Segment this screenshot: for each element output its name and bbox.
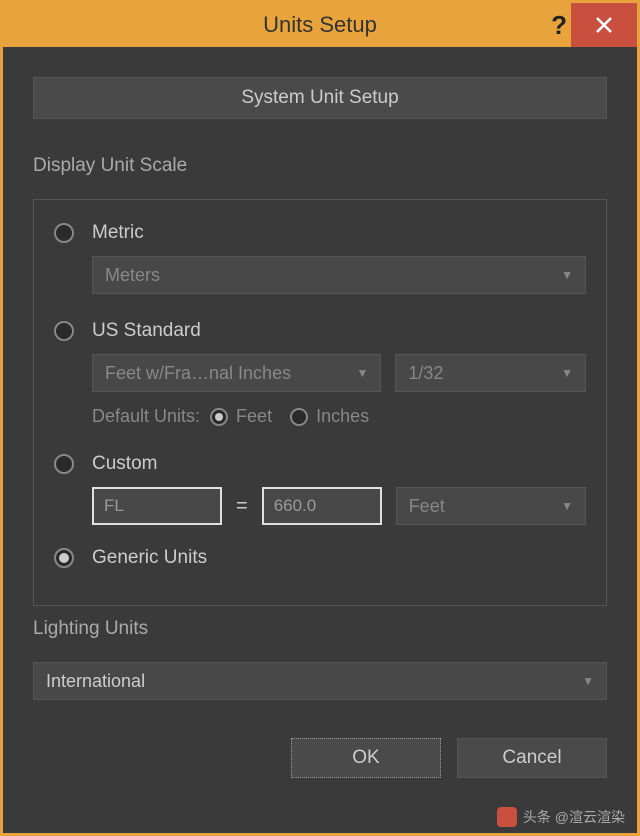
default-units-row: Default Units: Feet Inches bbox=[92, 406, 586, 427]
lighting-units-value: International bbox=[46, 671, 145, 692]
us-selects-row: Feet w/Fra…nal Inches ▼ 1/32 ▼ bbox=[92, 354, 586, 392]
custom-radio[interactable] bbox=[54, 454, 74, 474]
us-fraction-value: 1/32 bbox=[408, 363, 443, 384]
custom-value-input[interactable] bbox=[262, 487, 382, 525]
metric-select[interactable]: Meters ▼ bbox=[92, 256, 586, 294]
us-format-select[interactable]: Feet w/Fra…nal Inches ▼ bbox=[92, 354, 381, 392]
close-icon bbox=[595, 16, 613, 34]
chevron-down-icon: ▼ bbox=[582, 674, 594, 688]
content-area: System Unit Setup Display Unit Scale Met… bbox=[3, 47, 637, 738]
units-setup-dialog: Units Setup ? System Unit Setup Display … bbox=[0, 0, 640, 836]
metric-radio-row[interactable]: Metric bbox=[54, 222, 586, 244]
cancel-button[interactable]: Cancel bbox=[457, 738, 607, 778]
chevron-down-icon: ▼ bbox=[561, 499, 573, 513]
default-inches-label: Inches bbox=[316, 406, 369, 427]
us-format-value: Feet w/Fra…nal Inches bbox=[105, 363, 291, 384]
close-button[interactable] bbox=[571, 3, 637, 47]
chevron-down-icon: ▼ bbox=[561, 268, 573, 282]
custom-label: Custom bbox=[92, 453, 157, 475]
metric-select-value: Meters bbox=[105, 265, 160, 286]
titlebar: Units Setup ? bbox=[3, 3, 637, 47]
lighting-units-select[interactable]: International ▼ bbox=[33, 662, 607, 700]
chevron-down-icon: ▼ bbox=[357, 366, 369, 380]
custom-radio-row[interactable]: Custom bbox=[54, 453, 586, 475]
default-inches-radio[interactable] bbox=[290, 408, 308, 426]
window-title: Units Setup bbox=[263, 12, 377, 38]
us-standard-radio-row[interactable]: US Standard bbox=[54, 320, 586, 342]
generic-radio[interactable] bbox=[54, 548, 74, 568]
ok-button[interactable]: OK bbox=[291, 738, 441, 778]
watermark: 头条 @渲云渲染 bbox=[497, 807, 625, 827]
dialog-buttons: OK Cancel bbox=[3, 738, 637, 778]
custom-inputs-row: = Feet ▼ bbox=[92, 487, 586, 525]
default-feet-label: Feet bbox=[236, 406, 272, 427]
watermark-icon bbox=[497, 807, 517, 827]
us-fraction-select[interactable]: 1/32 ▼ bbox=[395, 354, 586, 392]
custom-unit-name-input[interactable] bbox=[92, 487, 222, 525]
generic-label: Generic Units bbox=[92, 547, 207, 569]
custom-unit-value: Feet bbox=[409, 496, 445, 517]
us-standard-radio[interactable] bbox=[54, 321, 74, 341]
help-button[interactable]: ? bbox=[551, 10, 567, 41]
metric-radio[interactable] bbox=[54, 223, 74, 243]
generic-radio-row[interactable]: Generic Units bbox=[54, 547, 586, 569]
watermark-text: 头条 @渲云渲染 bbox=[523, 807, 625, 827]
system-unit-setup-button[interactable]: System Unit Setup bbox=[33, 77, 607, 119]
us-standard-label: US Standard bbox=[92, 320, 201, 342]
metric-label: Metric bbox=[92, 222, 144, 244]
equals-sign: = bbox=[236, 495, 248, 518]
default-feet-radio[interactable] bbox=[210, 408, 228, 426]
display-unit-scale-label: Display Unit Scale bbox=[33, 155, 607, 177]
custom-unit-select[interactable]: Feet ▼ bbox=[396, 487, 586, 525]
chevron-down-icon: ▼ bbox=[561, 366, 573, 380]
lighting-units-label: Lighting Units bbox=[33, 618, 607, 640]
default-units-label: Default Units: bbox=[92, 406, 200, 427]
display-unit-scale-group: Metric Meters ▼ US Standard Feet w/Fra…n… bbox=[33, 199, 607, 606]
